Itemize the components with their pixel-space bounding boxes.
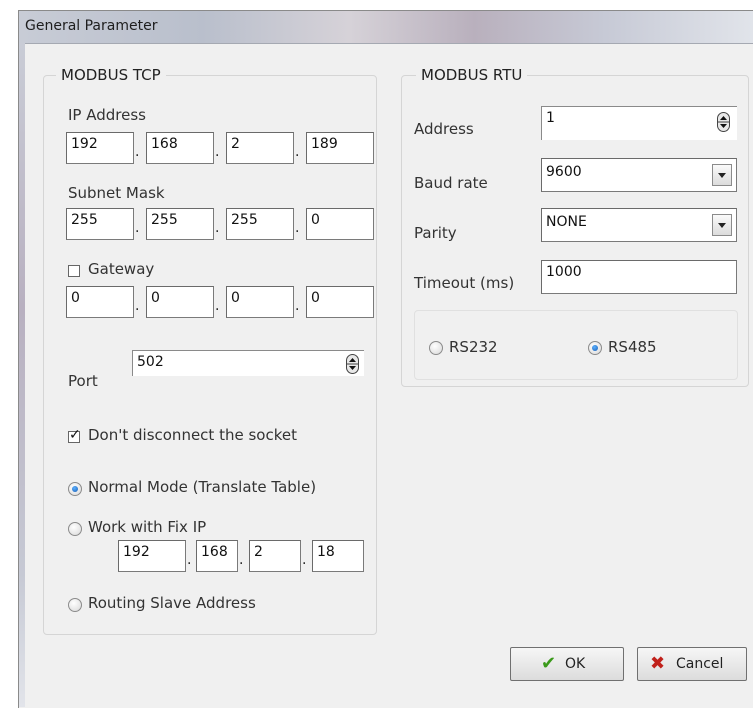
- ip-octet-4[interactable]: 189: [306, 132, 374, 164]
- baud-rate-dropdown-arrow-icon[interactable]: [712, 164, 732, 186]
- ip-address-label: IP Address: [68, 106, 146, 124]
- fixip-dot: .: [187, 552, 192, 568]
- port-label: Port: [68, 372, 98, 390]
- modbus-rtu-group: MODBUS RTU Address 1 Baud rate 9600 Pari…: [401, 66, 749, 387]
- interface-group: RS232 RS485: [414, 310, 738, 380]
- ip-dot: .: [295, 144, 300, 160]
- parity-select[interactable]: NONE: [541, 208, 737, 242]
- subnet-octet-3[interactable]: 255: [226, 208, 294, 240]
- gateway-octet-4[interactable]: 0: [306, 286, 374, 318]
- timeout-label: Timeout (ms): [414, 274, 515, 292]
- gateway-label: Gateway: [88, 260, 155, 278]
- normal-mode-label: Normal Mode (Translate Table): [88, 478, 317, 496]
- window-title: General Parameter: [25, 18, 158, 34]
- gateway-dot: .: [295, 298, 300, 314]
- baud-rate-select[interactable]: 9600: [541, 158, 737, 192]
- general-parameter-dialog: General Parameter MODBUS TCP IP Address …: [18, 10, 753, 708]
- gateway-dot: .: [135, 298, 140, 314]
- fixip-octet-4[interactable]: 18: [312, 540, 364, 572]
- subnet-dot: .: [215, 220, 220, 236]
- checkmark-icon: ✓: [69, 427, 81, 443]
- rs232-radio[interactable]: [429, 341, 443, 355]
- subnet-octet-1[interactable]: 255: [66, 208, 134, 240]
- subnet-octet-4[interactable]: 0: [306, 208, 374, 240]
- address-label: Address: [414, 120, 474, 138]
- subnet-mask-label: Subnet Mask: [68, 184, 165, 202]
- dont-disconnect-label: Don't disconnect the socket: [88, 426, 297, 444]
- cancel-button[interactable]: ✖ Cancel: [637, 647, 747, 681]
- ip-octet-3[interactable]: 2: [226, 132, 294, 164]
- timeout-input[interactable]: 1000: [541, 260, 737, 294]
- subnet-dot: .: [295, 220, 300, 236]
- checkmark-icon: ✔: [541, 653, 557, 674]
- subnet-octet-2[interactable]: 255: [146, 208, 214, 240]
- fixip-dot: .: [302, 552, 307, 568]
- ip-dot: .: [215, 144, 220, 160]
- fix-ip-radio[interactable]: [68, 522, 82, 536]
- cancel-label: Cancel: [676, 656, 724, 672]
- port-input[interactable]: 502: [132, 350, 364, 376]
- address-spinner-icon[interactable]: [717, 112, 730, 132]
- gateway-checkbox[interactable]: [68, 265, 80, 277]
- gateway-dot: .: [215, 298, 220, 314]
- parity-dropdown-arrow-icon[interactable]: [712, 214, 732, 236]
- ok-label: OK: [565, 656, 586, 672]
- modbus-rtu-legend: MODBUS RTU: [416, 66, 528, 84]
- title-bar[interactable]: General Parameter: [19, 11, 753, 44]
- baud-rate-label: Baud rate: [414, 174, 488, 192]
- dont-disconnect-checkbox[interactable]: ✓: [68, 427, 81, 443]
- ip-octet-2[interactable]: 168: [146, 132, 214, 164]
- parity-label: Parity: [414, 224, 457, 242]
- modbus-tcp-legend: MODBUS TCP: [56, 66, 166, 84]
- gateway-octet-3[interactable]: 0: [226, 286, 294, 318]
- fixip-octet-1[interactable]: 192: [118, 540, 186, 572]
- close-icon: ✖: [650, 653, 666, 674]
- modbus-tcp-group: MODBUS TCP IP Address 192 . 168 . 2 . 18…: [43, 66, 377, 635]
- rs485-label: RS485: [608, 338, 657, 356]
- rs232-label: RS232: [449, 338, 498, 356]
- fix-ip-label: Work with Fix IP: [88, 518, 207, 536]
- fixip-dot: .: [239, 552, 244, 568]
- ok-button[interactable]: ✔ OK: [510, 647, 624, 681]
- subnet-dot: .: [135, 220, 140, 236]
- ip-dot: .: [135, 144, 140, 160]
- rs485-radio[interactable]: [588, 341, 602, 355]
- routing-slave-radio[interactable]: [68, 598, 82, 612]
- address-input[interactable]: 1: [541, 106, 737, 140]
- fixip-octet-2[interactable]: 168: [196, 540, 238, 572]
- routing-slave-label: Routing Slave Address: [88, 594, 256, 612]
- gateway-octet-2[interactable]: 0: [146, 286, 214, 318]
- port-spinner-icon[interactable]: [346, 354, 359, 374]
- window-border: [19, 43, 25, 707]
- gateway-octet-1[interactable]: 0: [66, 286, 134, 318]
- normal-mode-radio[interactable]: [68, 482, 82, 496]
- ip-octet-1[interactable]: 192: [66, 132, 134, 164]
- fixip-octet-3[interactable]: 2: [249, 540, 301, 572]
